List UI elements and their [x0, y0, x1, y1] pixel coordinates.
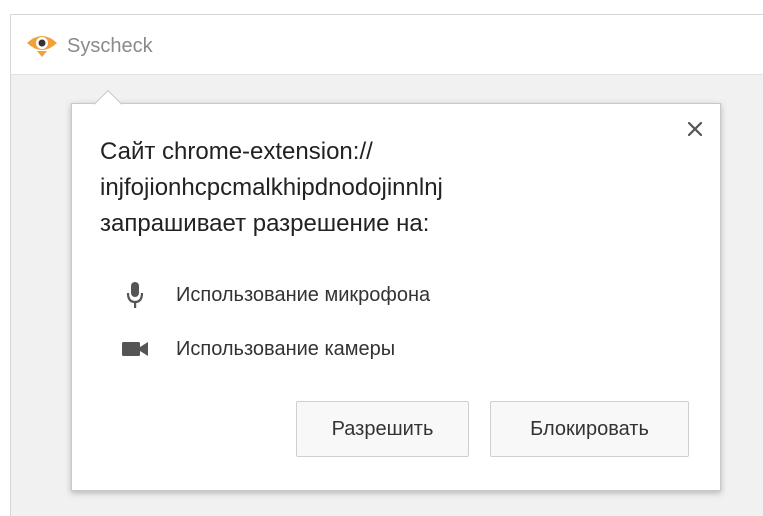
- eye-logo-icon: [27, 36, 57, 57]
- browser-window: Syscheck Сайт chrome-extension:// injfoj…: [10, 14, 763, 516]
- close-icon: [688, 122, 702, 136]
- dialog-arrow: [93, 89, 123, 119]
- message-line: injfojionhcpcmalkhipdnodojinnlnj: [100, 174, 443, 201]
- close-button[interactable]: [682, 116, 708, 142]
- permission-microphone: Использование микрофона: [120, 280, 430, 310]
- allow-button[interactable]: Разрешить: [296, 401, 469, 457]
- tab-bar: Syscheck: [11, 15, 763, 75]
- camera-icon: [120, 334, 150, 364]
- permission-dialog: Сайт chrome-extension:// injfojionhcpcma…: [71, 89, 721, 491]
- permission-message: Сайт chrome-extension:// injfojionhcpcma…: [100, 134, 660, 242]
- permission-label: Использование камеры: [176, 337, 396, 360]
- permission-camera: Использование камеры: [120, 334, 395, 364]
- tab-title: Syscheck: [67, 35, 153, 57]
- microphone-icon: [120, 280, 150, 310]
- message-line: запрашивает разрешение на:: [100, 210, 430, 237]
- block-button[interactable]: Блокировать: [490, 401, 689, 457]
- permission-label: Использование микрофона: [176, 283, 431, 306]
- message-line: Сайт chrome-extension://: [100, 138, 373, 165]
